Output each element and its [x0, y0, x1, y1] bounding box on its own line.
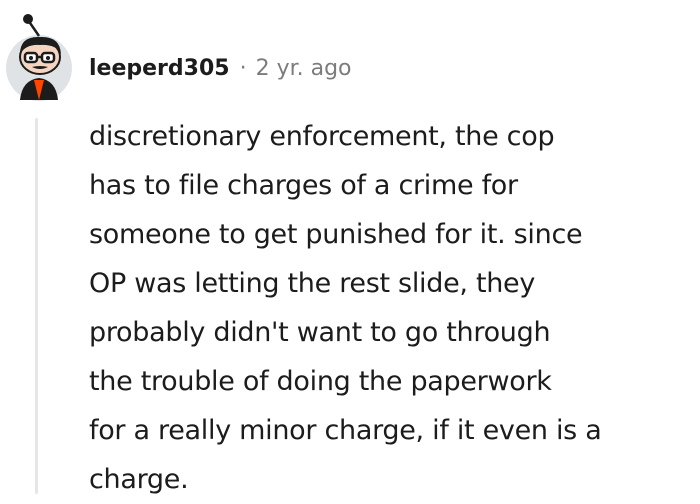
- thread-collapse-line[interactable]: [35, 118, 38, 494]
- comment-body-line: someone to get punished for it. since: [89, 219, 583, 250]
- comment-body-line: the trouble of doing the paperwork: [89, 366, 552, 397]
- comment-body-line: discretionary enforcement, the cop: [89, 121, 555, 152]
- snoo-avatar-icon: [6, 14, 72, 101]
- comment-body-line: has to file charges of a crime for: [89, 170, 518, 201]
- timestamp[interactable]: 2 yr. ago: [256, 56, 352, 81]
- comment-body-line: charge.: [89, 464, 189, 495]
- user-avatar[interactable]: [4, 10, 74, 102]
- author-name[interactable]: leeperd305: [89, 56, 230, 81]
- comment-body-line: probably didn't want to go through: [89, 317, 551, 348]
- comment-body: discretionary enforcement, the cop has t…: [89, 112, 689, 504]
- comment-body-line: OP was letting the rest slide, they: [89, 268, 536, 299]
- comment-body-line: for a really minor charge, if it even is…: [89, 415, 602, 446]
- meta-separator: ·: [239, 55, 247, 81]
- comment-header: leeperd305 · 2 yr. ago: [89, 50, 352, 86]
- comment: leeperd305 · 2 yr. ago discretionary enf…: [0, 0, 700, 495]
